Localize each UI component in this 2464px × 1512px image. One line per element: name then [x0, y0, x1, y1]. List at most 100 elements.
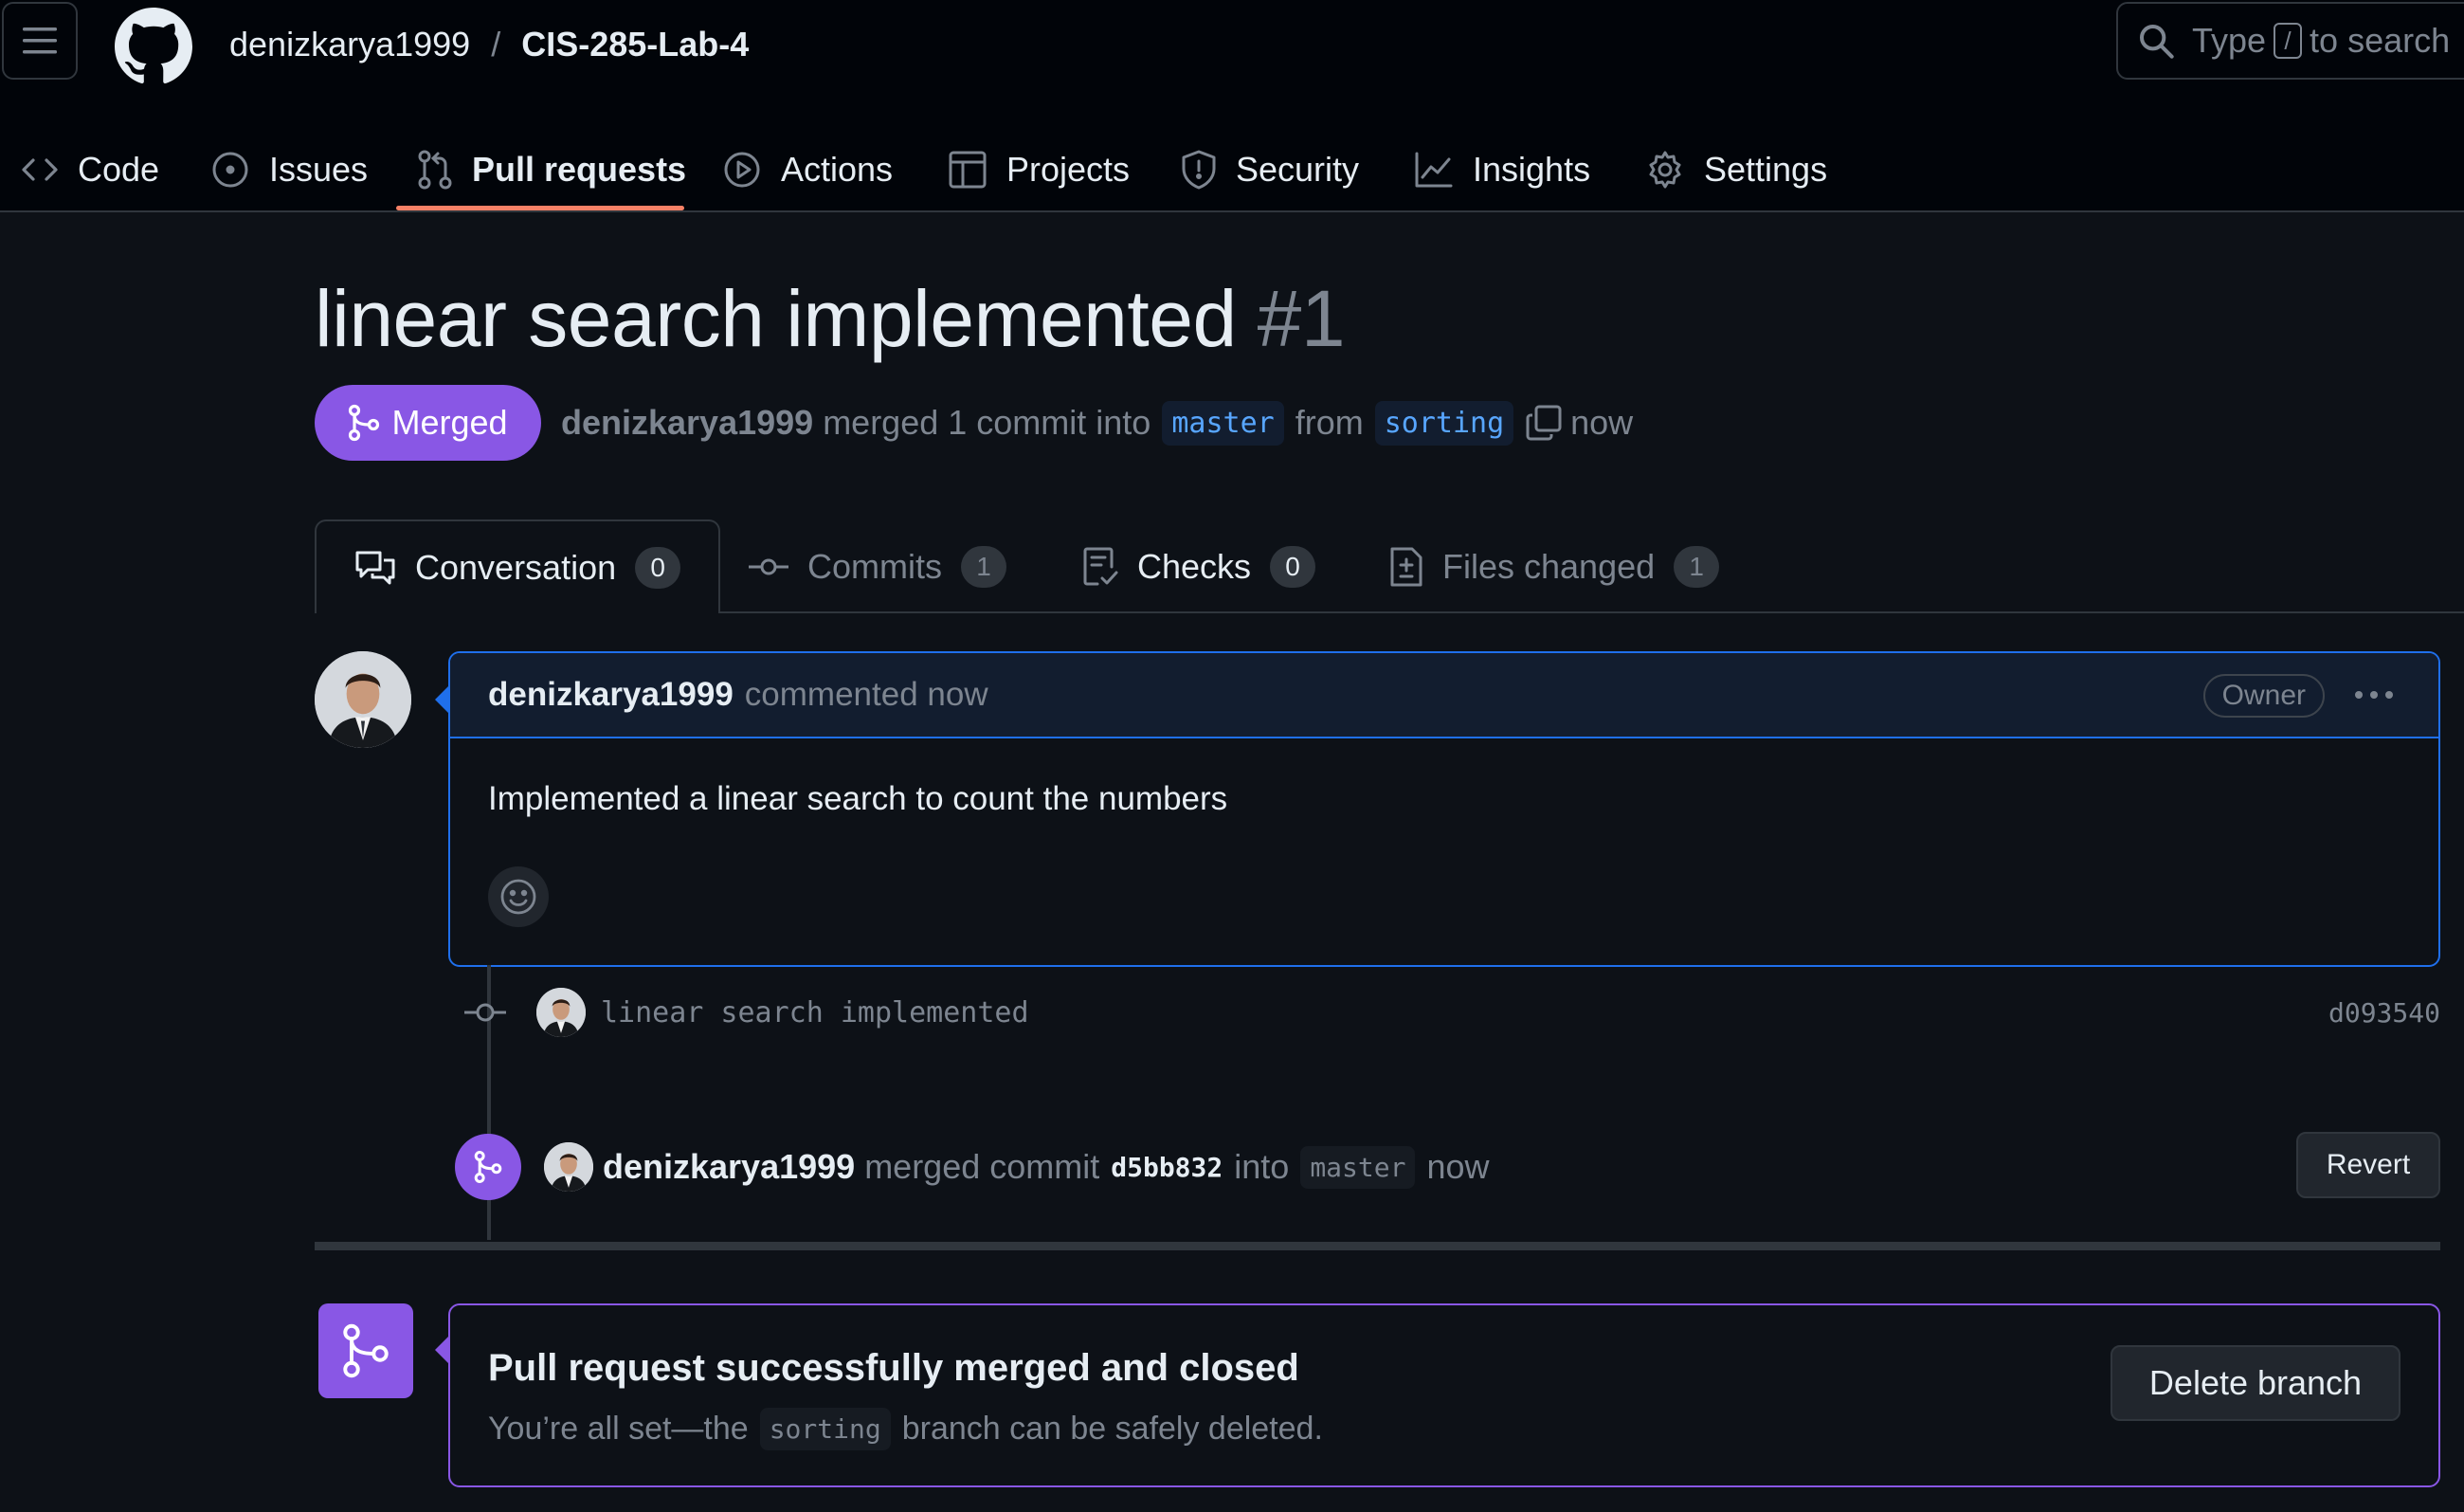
- shield-icon: [1181, 149, 1217, 191]
- delete-branch-button[interactable]: Delete branch: [2111, 1345, 2401, 1421]
- comment-pointer: [435, 686, 448, 713]
- comment-discussion-icon: [354, 549, 396, 587]
- tab-commits[interactable]: Commits 1: [749, 519, 1006, 613]
- timeline-end-divider: [315, 1242, 2440, 1250]
- merge-status-title: Pull request successfully merged and clo…: [488, 1347, 1299, 1389]
- pr-title-text: linear search implemented: [315, 274, 1237, 363]
- pr-meta-action: merged 1 commit into: [823, 403, 1151, 442]
- tab-checks[interactable]: Checks 0: [1082, 519, 1316, 613]
- search-placeholder-suffix: to search: [2310, 21, 2451, 60]
- comment-action: commented now: [744, 676, 988, 713]
- search-input[interactable]: Type / to search: [2116, 2, 2464, 80]
- merge-event-into: into: [1234, 1147, 1290, 1186]
- pr-meta: denizkarya1999 merged 1 commit into mast…: [561, 394, 1633, 451]
- git-merge-icon: [474, 1151, 502, 1183]
- tab-files-changed[interactable]: Files changed 1: [1389, 519, 1720, 613]
- hamburger-icon: [23, 27, 57, 54]
- nav-pull-requests[interactable]: Pull requests: [417, 128, 686, 211]
- merge-commit-sha-link[interactable]: d5bb832: [1111, 1152, 1223, 1183]
- table-icon: [948, 150, 987, 190]
- copy-icon[interactable]: [1525, 404, 1563, 442]
- breadcrumb-repo-link[interactable]: CIS-285-Lab-4: [521, 25, 749, 64]
- head-branch-label[interactable]: sorting: [1374, 400, 1514, 446]
- nav-security-label: Security: [1236, 150, 1360, 189]
- nav-settings[interactable]: Settings: [1645, 128, 1827, 211]
- status-badge-label: Merged: [391, 403, 508, 442]
- tab-checks-count: 0: [1270, 545, 1316, 588]
- git-merge-icon: [343, 1323, 389, 1378]
- merge-event-badge: [455, 1134, 521, 1200]
- avatar[interactable]: [315, 651, 411, 748]
- search-placeholder-prefix: Type: [2192, 21, 2267, 60]
- tab-commits-count: 1: [961, 545, 1006, 588]
- tab-conversation-count: 0: [635, 546, 681, 589]
- tab-conversation[interactable]: Conversation 0: [315, 519, 721, 613]
- merge-event-action: merged commit: [864, 1147, 1100, 1186]
- nav-insights[interactable]: Insights: [1414, 128, 1590, 211]
- nav-issues-label: Issues: [269, 150, 369, 189]
- nav-projects[interactable]: Projects: [948, 128, 1130, 211]
- status-badge: Merged: [315, 385, 541, 461]
- revert-button[interactable]: Revert: [2296, 1132, 2440, 1198]
- merge-author-link[interactable]: denizkarya1999: [603, 1147, 855, 1187]
- git-commit-icon: [464, 999, 506, 1026]
- breadcrumb: denizkarya1999 / CIS-285-Lab-4: [229, 21, 749, 68]
- comment-header: denizkarya1999 commented now Owner: [450, 653, 2438, 738]
- nav-security[interactable]: Security: [1181, 128, 1359, 211]
- merge-box-pointer: [435, 1337, 448, 1363]
- file-diff-icon: [1389, 546, 1423, 588]
- kebab-horizontal-icon[interactable]: [2353, 676, 2395, 714]
- nav-issues[interactable]: Issues: [210, 128, 368, 211]
- search-icon: [2137, 22, 2175, 60]
- merge-status-sub-prefix: You’re all set—the: [488, 1411, 749, 1447]
- breadcrumb-owner-link[interactable]: denizkarya1999: [229, 25, 470, 64]
- graph-icon: [1414, 151, 1454, 189]
- menu-button[interactable]: [2, 2, 78, 80]
- commit-author-avatar[interactable]: [536, 988, 586, 1037]
- comment-author-link[interactable]: denizkarya1999: [488, 676, 734, 714]
- page-title: linear search implemented #1: [315, 273, 1346, 365]
- merge-status-branch: sorting: [759, 1408, 891, 1450]
- commit-row: linear search implemented d093540: [464, 982, 2440, 1043]
- git-merge-icon: [349, 404, 380, 442]
- commit-sha-link[interactable]: d093540: [2328, 997, 2440, 1029]
- nav-actions[interactable]: Actions: [722, 128, 893, 211]
- merge-target-branch[interactable]: master: [1300, 1145, 1416, 1189]
- pr-meta-time: now: [1570, 403, 1634, 442]
- merge-event-row: denizkarya1999 merged commit d5bb832 int…: [455, 1132, 2440, 1200]
- issue-icon: [210, 150, 250, 190]
- github-logo-icon[interactable]: [115, 8, 192, 85]
- checklist-icon: [1082, 546, 1118, 588]
- search-shortcut-key: /: [2274, 23, 2303, 59]
- tab-files-changed-label: Files changed: [1442, 546, 1656, 586]
- nav-projects-label: Projects: [1006, 150, 1131, 189]
- pull-request-icon: [417, 149, 453, 191]
- merge-status-box: Pull request successfully merged and clo…: [448, 1303, 2440, 1487]
- tab-checks-label: Checks: [1137, 546, 1252, 586]
- code-icon: [21, 155, 59, 185]
- merge-event-time: now: [1426, 1147, 1490, 1186]
- base-branch-label[interactable]: master: [1162, 400, 1284, 446]
- git-commit-icon: [749, 556, 788, 578]
- merge-author-avatar[interactable]: [544, 1142, 593, 1192]
- tab-commits-label: Commits: [807, 546, 942, 586]
- add-reaction-button[interactable]: [488, 866, 549, 927]
- pr-author-link[interactable]: denizkarya1999: [561, 403, 813, 443]
- comment-card: denizkarya1999 commented now Owner Imple…: [448, 651, 2440, 967]
- nav-insights-label: Insights: [1473, 150, 1591, 189]
- pr-number: #1: [1257, 274, 1346, 363]
- merge-status-sub-suffix: branch can be safely deleted.: [901, 1411, 1323, 1447]
- merge-status-subtitle: You’re all set—the sorting branch can be…: [488, 1408, 1323, 1450]
- nav-code[interactable]: Code: [21, 128, 159, 211]
- nav-actions-label: Actions: [781, 150, 894, 189]
- comment-body: Implemented a linear search to count the…: [488, 780, 1228, 817]
- merge-status-icon-box: [318, 1303, 413, 1398]
- nav-settings-label: Settings: [1704, 150, 1828, 189]
- owner-badge: Owner: [2202, 674, 2325, 718]
- play-icon: [722, 150, 762, 190]
- smiley-icon: [500, 879, 536, 915]
- nav-active-indicator: [396, 206, 684, 210]
- app-header: denizkarya1999 / CIS-285-Lab-4 Type / to…: [0, 0, 2464, 212]
- nav-pull-requests-label: Pull requests: [472, 150, 687, 189]
- commit-message-link[interactable]: linear search implemented: [601, 996, 1029, 1029]
